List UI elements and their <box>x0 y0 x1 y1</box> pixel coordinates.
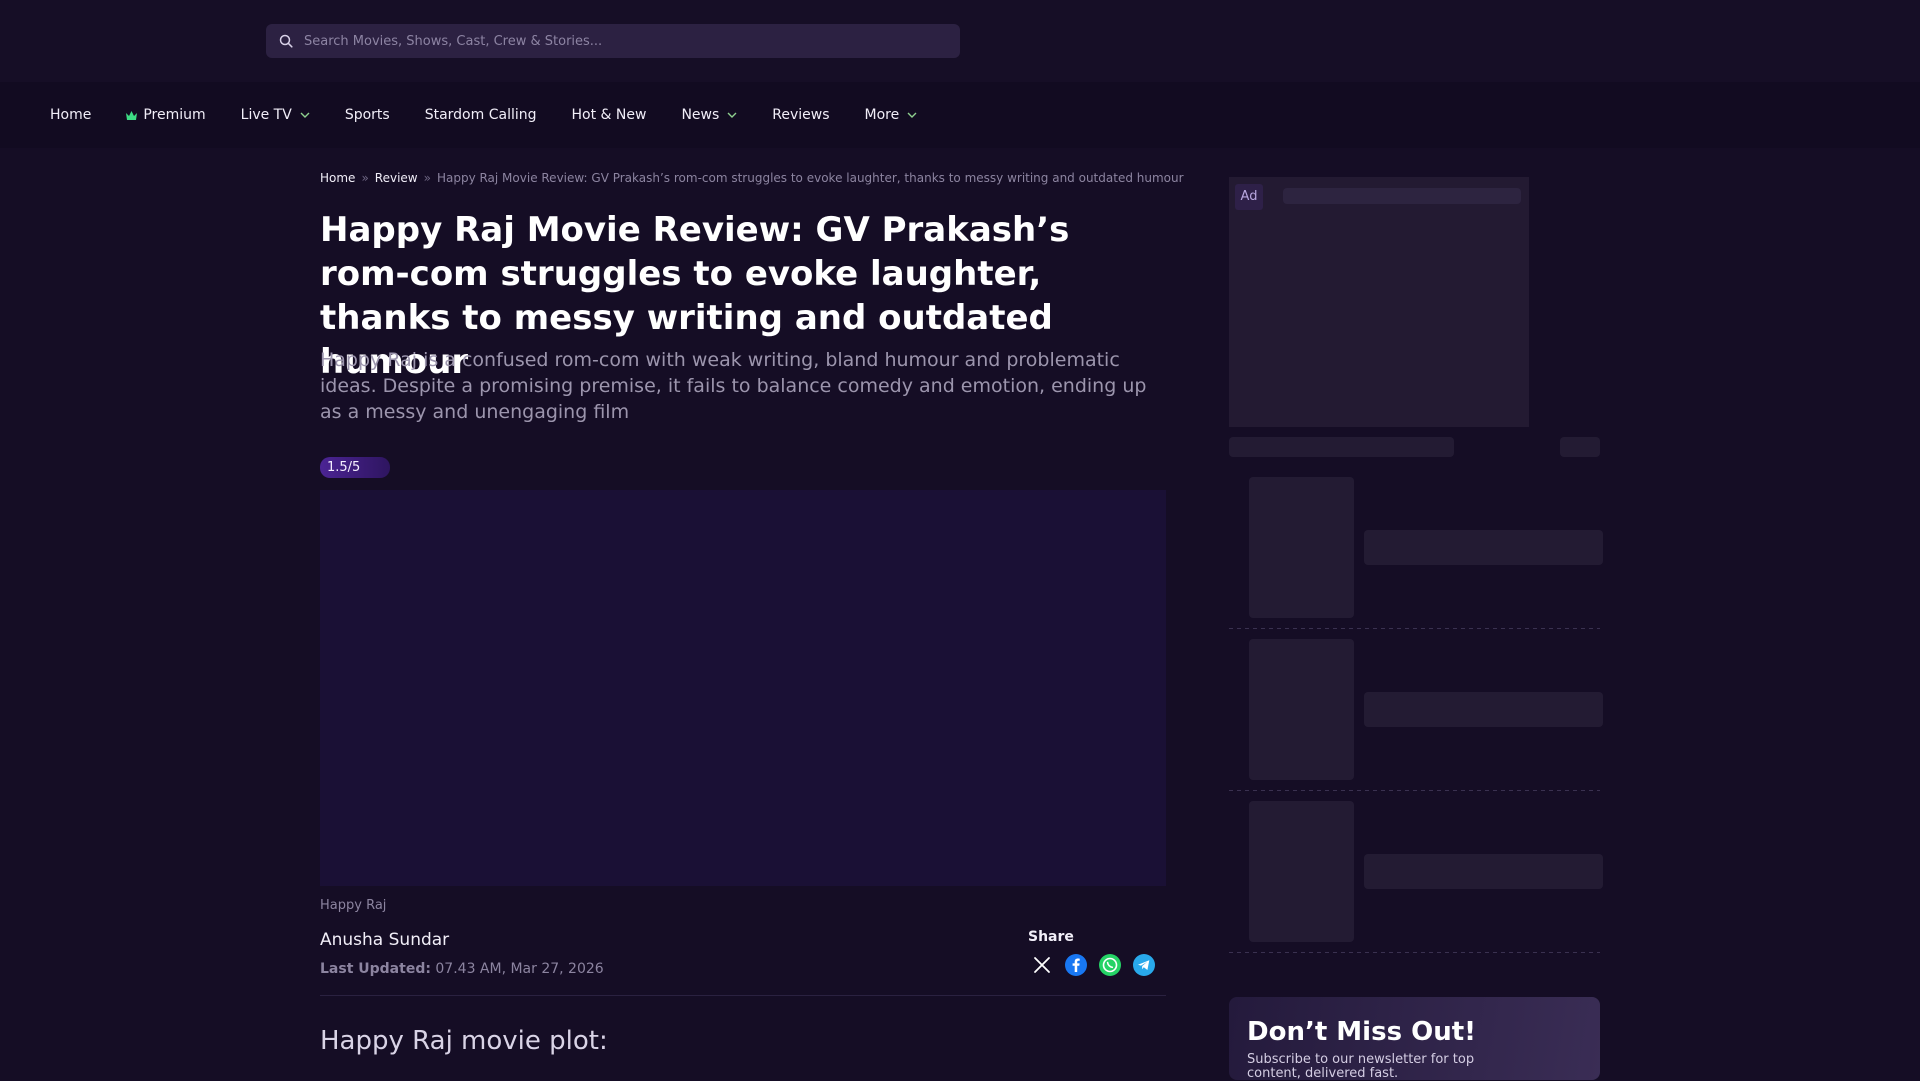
last-updated-value: 07.43 AM, Mar 27, 2026 <box>435 961 604 977</box>
skeleton-thumbnail <box>1249 639 1354 780</box>
whatsapp-icon[interactable] <box>1098 953 1122 977</box>
article-summary: Happy Raj is a confused rom-com with wea… <box>320 349 1147 423</box>
nav-more[interactable]: More <box>865 107 918 123</box>
skeleton-thumbnail <box>1249 801 1354 942</box>
skeleton-divider <box>1229 952 1600 953</box>
nav-news-label: News <box>681 107 720 123</box>
share-label: Share <box>1028 929 1074 945</box>
skeleton-link <box>1560 437 1600 457</box>
author-name[interactable]: Anusha Sundar <box>320 930 449 950</box>
skeleton-text <box>1364 854 1603 889</box>
nav-hot-new-label: Hot & New <box>571 107 647 123</box>
nav-hot-new[interactable]: Hot & New <box>572 107 647 123</box>
main-nav: Home Premium Live TV Sports Stardom Call… <box>0 82 1920 148</box>
breadcrumb-home[interactable]: Home <box>320 171 355 185</box>
nav-live-tv-label: Live TV <box>240 107 292 123</box>
breadcrumb-separator: » <box>423 171 431 185</box>
ad-placeholder-bar <box>1283 188 1521 204</box>
promo-text: Subscribe to our newsletter for top cont… <box>1247 1052 1475 1081</box>
search-icon <box>276 31 296 51</box>
chevron-down-icon <box>907 112 917 118</box>
nav-home-label: Home <box>50 107 92 123</box>
chevron-down-icon <box>300 112 310 118</box>
skeleton-thumbnail <box>1249 477 1354 618</box>
ad-label: Ad <box>1235 184 1263 210</box>
nav-premium[interactable]: Premium <box>126 107 206 123</box>
last-updated: Last Updated: 07.43 AM, Mar 27, 2026 <box>320 961 604 977</box>
nav-stardom-calling[interactable]: Stardom Calling <box>425 107 537 123</box>
nav-premium-label: Premium <box>143 107 206 123</box>
hero-image <box>320 490 1166 886</box>
breadcrumb-current: Happy Raj Movie Review: GV Prakash’s rom… <box>436 171 1184 185</box>
divider <box>320 995 1166 996</box>
facebook-icon[interactable] <box>1064 953 1088 977</box>
crown-icon <box>126 110 138 120</box>
nav-reviews[interactable]: Reviews <box>772 107 829 123</box>
breadcrumb: Home » Review » Happy Raj Movie Review: GV P… <box>320 171 1184 185</box>
breadcrumb-separator: » <box>361 171 369 185</box>
rating-badge: 1.5/5 <box>320 457 390 478</box>
nav-stardom-calling-label: Stardom Calling <box>424 107 537 123</box>
section-heading: Happy Raj movie plot: <box>320 1026 608 1056</box>
ad-slot[interactable] <box>1229 177 1529 427</box>
skeleton-divider <box>1229 628 1600 629</box>
skeleton-divider <box>1229 790 1600 791</box>
skeleton-text <box>1364 530 1603 565</box>
skeleton-heading <box>1229 437 1454 457</box>
nav-news[interactable]: News <box>681 107 737 123</box>
chevron-down-icon <box>727 112 737 118</box>
nav-home[interactable]: Home <box>50 107 91 123</box>
search-input[interactable] <box>302 32 946 50</box>
share-buttons <box>1030 953 1156 977</box>
promo-title: Don’t Miss Out! <box>1247 1017 1476 1047</box>
image-caption: Happy Raj <box>320 898 387 913</box>
skeleton-text <box>1364 692 1603 727</box>
nav-reviews-label: Reviews <box>772 107 830 123</box>
nav-sports-label: Sports <box>344 107 390 123</box>
nav-sports[interactable]: Sports <box>345 107 390 123</box>
nav-more-label: More <box>864 107 900 123</box>
x-twitter-icon[interactable] <box>1030 953 1054 977</box>
top-bar <box>0 0 1920 82</box>
last-updated-label: Last Updated: <box>320 961 431 977</box>
breadcrumb-review[interactable]: Review <box>375 171 418 185</box>
newsletter-promo: Don’t Miss Out! Subscribe to our newslet… <box>1229 997 1600 1081</box>
nav-live-tv[interactable]: Live TV <box>241 107 310 123</box>
telegram-icon[interactable] <box>1132 953 1156 977</box>
search-box[interactable] <box>266 24 960 58</box>
